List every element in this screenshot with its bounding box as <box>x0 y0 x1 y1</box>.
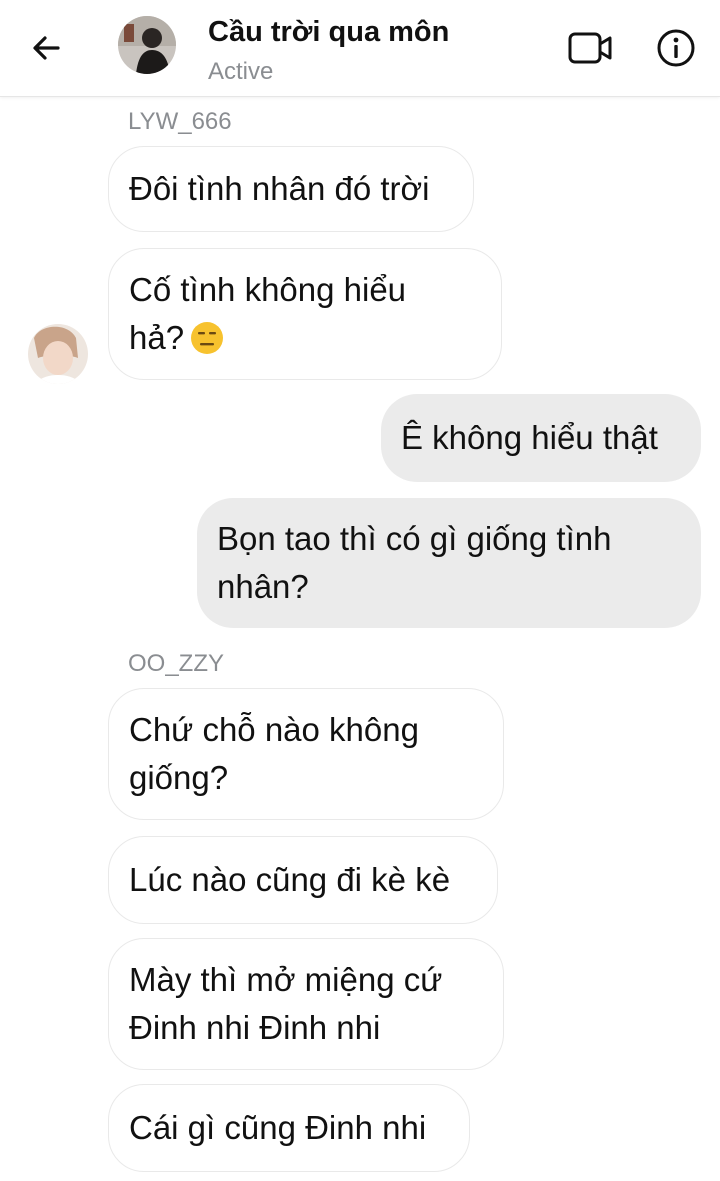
message-bubble-outgoing[interactable]: Bọn tao thì có gì giống tình nhân? <box>197 498 701 628</box>
message-bubble-incoming[interactable]: Đôi tình nhân đó trời <box>108 146 474 232</box>
info-button[interactable] <box>652 26 700 70</box>
message-text: nhân? <box>217 568 309 605</box>
back-button[interactable] <box>24 26 68 70</box>
chat-header: Cầu trời qua môn Active <box>0 0 720 97</box>
sender-avatar[interactable] <box>28 324 88 384</box>
message-text: Cái gì cũng Đinh nhi <box>129 1109 427 1146</box>
message-text: Mày thì mở miệng cứ <box>129 961 443 998</box>
message-text: Bọn tao thì có gì giống tình <box>217 520 612 557</box>
message-bubble-incoming[interactable]: Mày thì mở miệng cứ Đinh nhi Đinh nhi <box>108 938 504 1070</box>
info-icon <box>657 29 695 67</box>
sender-label: OO_ZZY <box>128 650 225 677</box>
chat-title: Cầu trời qua môn <box>208 16 450 48</box>
active-status: Active <box>208 58 274 85</box>
video-call-icon <box>568 32 612 64</box>
message-text: Đôi tình nhân đó trời <box>129 170 430 207</box>
message-text: Lúc nào cũng đi kè kè <box>129 861 451 898</box>
message-bubble-outgoing[interactable]: Ê không hiểu thật <box>381 394 701 482</box>
message-bubble-incoming[interactable]: Chứ chỗ nào không giống? <box>108 688 504 820</box>
message-text: Đinh nhi Đinh nhi <box>129 1009 381 1046</box>
contact-avatar[interactable] <box>118 16 176 74</box>
video-call-button[interactable] <box>566 26 616 70</box>
expressionless-face-emoji <box>191 322 224 354</box>
message-text: giống? <box>129 759 229 796</box>
message-text: hả? <box>129 319 185 356</box>
message-bubble-incoming[interactable]: Cái gì cũng Đinh nhi <box>108 1084 470 1172</box>
message-text: Cố tình không hiểu <box>129 271 407 308</box>
message-bubble-incoming[interactable]: Lúc nào cũng đi kè kè <box>108 836 498 924</box>
message-bubble-incoming[interactable]: Cố tình không hiểu hả? <box>108 248 502 380</box>
message-text: Ê không hiểu thật <box>401 419 658 456</box>
sender-label: LYW_666 <box>128 108 232 135</box>
back-arrow-icon <box>33 36 60 60</box>
message-text: Chứ chỗ nào không <box>129 711 419 748</box>
